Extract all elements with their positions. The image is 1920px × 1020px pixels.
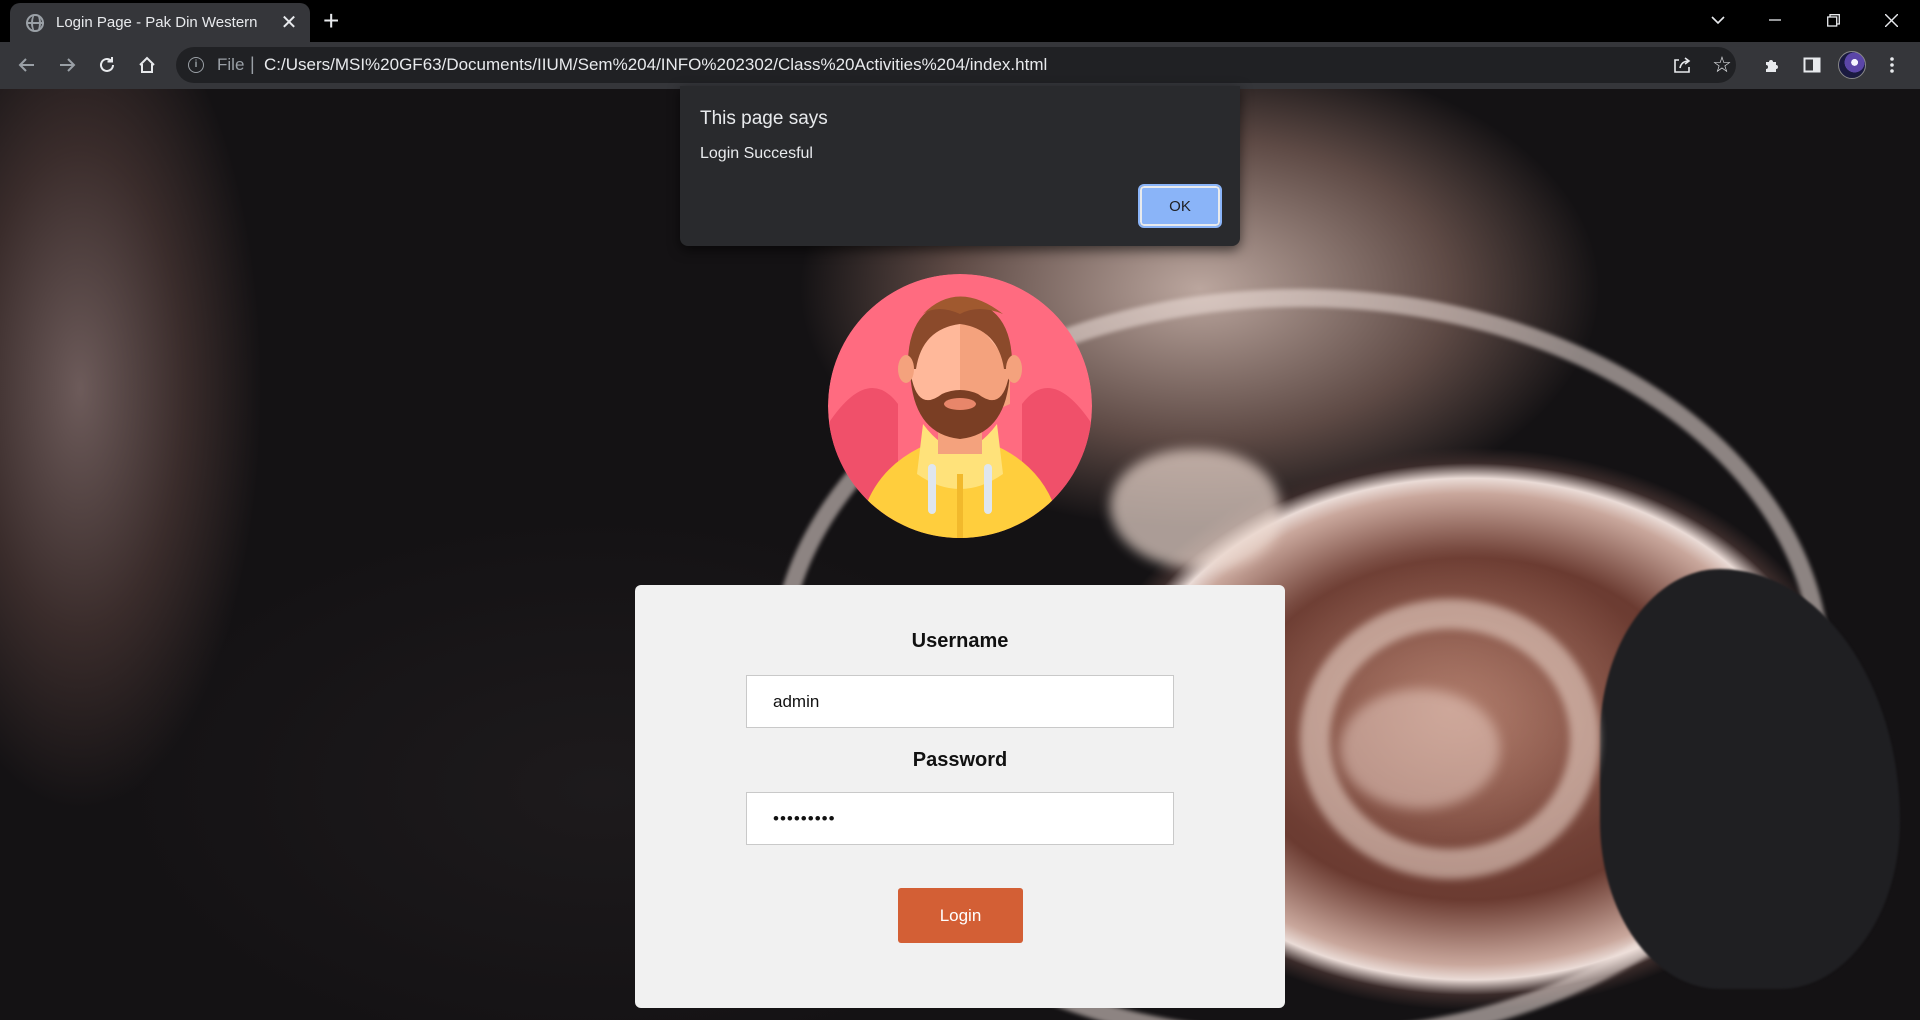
info-icon[interactable]: i	[188, 57, 204, 73]
extensions-icon[interactable]	[1757, 50, 1787, 80]
side-panel-icon[interactable]	[1797, 50, 1827, 80]
scheme-separator: |	[250, 54, 255, 74]
login-form: Username Password Login	[635, 585, 1285, 1008]
login-button[interactable]: Login	[898, 888, 1023, 943]
back-icon[interactable]	[12, 50, 42, 80]
username-input[interactable]	[746, 675, 1174, 728]
tab-search-icon[interactable]	[1695, 0, 1741, 40]
close-window-icon[interactable]	[1868, 0, 1914, 40]
user-avatar-image	[828, 274, 1092, 538]
profile-avatar[interactable]	[1837, 50, 1867, 80]
tab-strip: Login Page - Pak Din Western ✕ +	[0, 0, 1920, 42]
restore-icon[interactable]	[1810, 0, 1856, 40]
browser-tab[interactable]: Login Page - Pak Din Western ✕	[10, 3, 310, 42]
home-icon[interactable]	[132, 50, 162, 80]
alert-dialog: This page says Login Succesful OK	[680, 86, 1240, 246]
share-icon[interactable]	[1670, 53, 1694, 77]
globe-icon	[26, 13, 44, 32]
address-bar[interactable]: i File | C:/Users/MSI%20GF63/Documents/I…	[176, 47, 1736, 83]
reload-icon[interactable]	[92, 50, 122, 80]
minimize-icon[interactable]	[1752, 0, 1798, 40]
dialog-title: This page says	[700, 108, 828, 129]
forward-icon[interactable]	[52, 50, 82, 80]
tab-title: Login Page - Pak Din Western	[56, 14, 258, 31]
browser-toolbar: i File | C:/Users/MSI%20GF63/Documents/I…	[0, 42, 1920, 89]
username-label: Username	[911, 630, 1009, 652]
url-text[interactable]: C:/Users/MSI%20GF63/Documents/IIUM/Sem%2…	[264, 55, 1047, 75]
profile-picture	[1838, 51, 1866, 79]
scheme-label: File	[217, 55, 245, 74]
ok-button[interactable]: OK	[1138, 184, 1222, 228]
menu-icon[interactable]	[1877, 50, 1907, 80]
background-cup-handle	[1600, 569, 1900, 989]
password-input[interactable]	[746, 792, 1174, 845]
new-tab-icon[interactable]: +	[323, 6, 339, 36]
bookmark-star-icon[interactable]: ☆	[1710, 52, 1734, 77]
password-label: Password	[912, 749, 1008, 771]
dialog-message: Login Succesful	[700, 145, 813, 162]
close-tab-icon[interactable]: ✕	[278, 12, 300, 34]
background-latte-art	[1340, 689, 1500, 809]
